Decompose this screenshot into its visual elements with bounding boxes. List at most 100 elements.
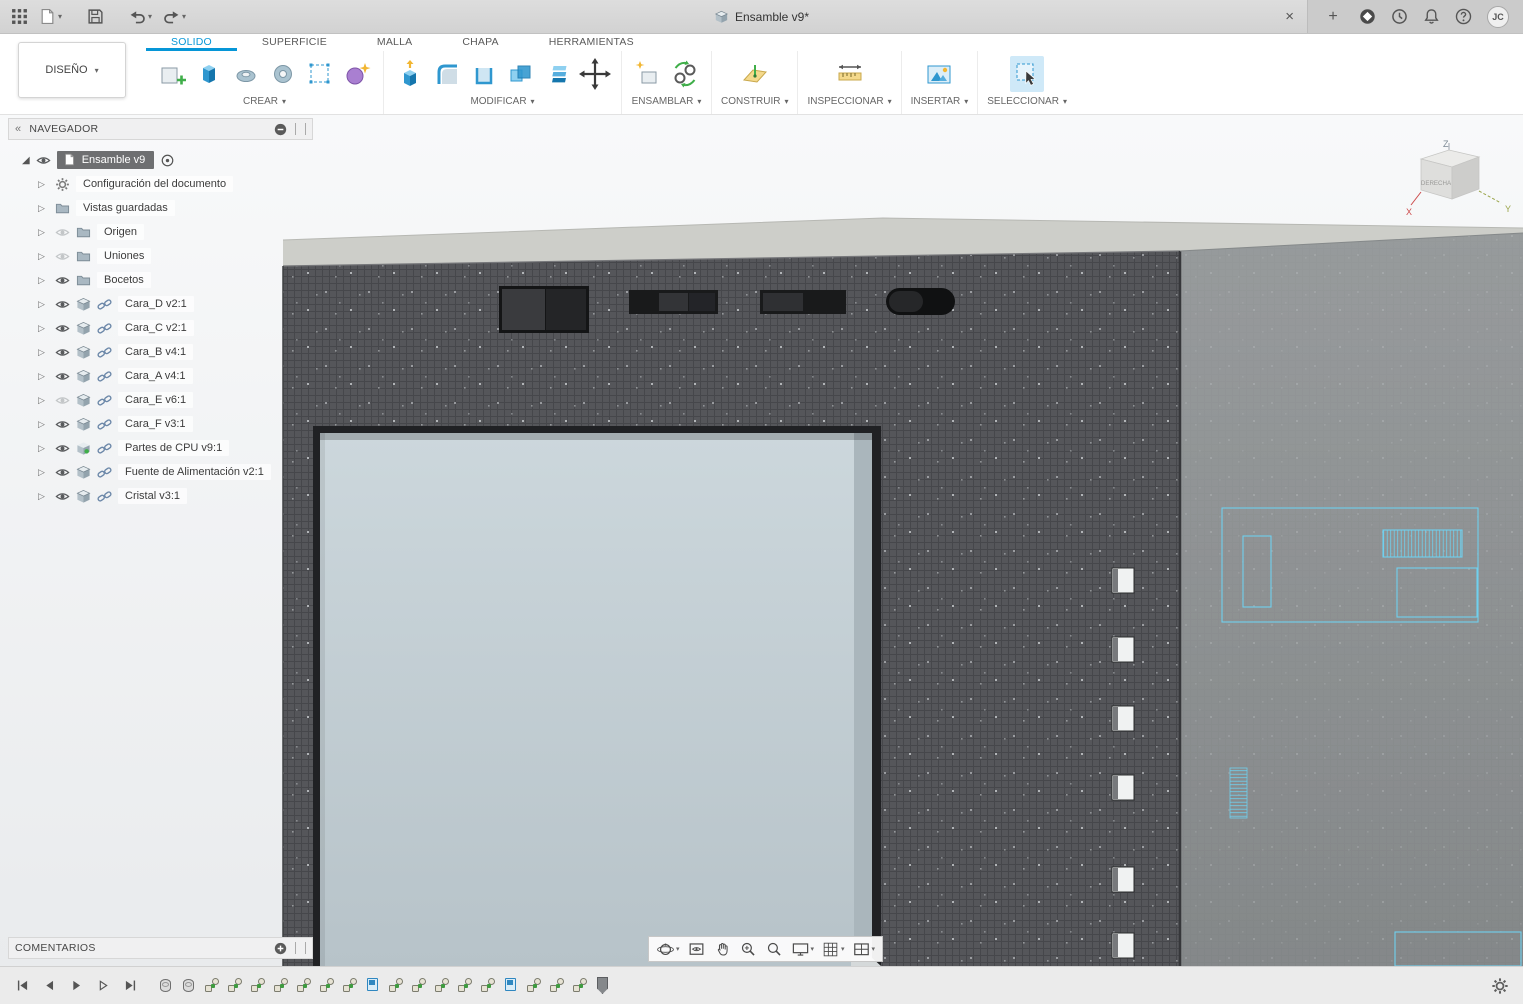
fillet-icon[interactable]: [430, 56, 464, 92]
bounding-box-icon[interactable]: [303, 56, 337, 92]
timeline-step-forward-button[interactable]: [91, 975, 115, 997]
timeline-feature-icon[interactable]: [342, 976, 359, 995]
user-avatar[interactable]: JC: [1487, 5, 1509, 28]
timeline-feature-icon[interactable]: [273, 976, 290, 995]
tree-item-label[interactable]: Cara_D v2:1: [118, 296, 194, 312]
expand-arrow-icon[interactable]: ▷: [38, 299, 49, 310]
tree-item-label[interactable]: Vistas guardadas: [76, 200, 175, 216]
expand-arrow-icon[interactable]: ▷: [38, 395, 49, 406]
shell-icon[interactable]: [467, 56, 501, 92]
timeline-feature-icon[interactable]: [181, 976, 198, 995]
insertar-dropdown[interactable]: INSERTAR ▾: [911, 96, 969, 107]
timeline-feature-icon[interactable]: [204, 976, 221, 995]
timeline-feature-icon[interactable]: [457, 976, 474, 995]
tab-chapa[interactable]: CHAPA: [437, 36, 523, 51]
tab-solido[interactable]: SOLIDO: [146, 36, 237, 51]
expand-arrow-icon[interactable]: ◢: [22, 155, 30, 166]
visibility-icon[interactable]: [55, 489, 70, 504]
expand-arrow-icon[interactable]: ▷: [38, 347, 49, 358]
ensamblar-dropdown[interactable]: ENSAMBLAR ▾: [632, 96, 702, 107]
tree-item-label[interactable]: Cara_E v6:1: [118, 392, 194, 408]
app-grid-icon[interactable]: [11, 8, 28, 25]
tree-item-label[interactable]: Cara_A v4:1: [118, 368, 193, 384]
help-icon[interactable]: [1455, 8, 1472, 25]
move-copy-icon[interactable]: [578, 56, 612, 92]
view-cube[interactable]: Z DERECHA X Y: [1405, 135, 1523, 227]
tree-root-item[interactable]: ◢ Ensamble v9: [22, 148, 313, 172]
crear-dropdown[interactable]: CREAR ▾: [243, 96, 286, 107]
timeline-settings-gear-icon[interactable]: [1491, 977, 1509, 995]
new-component-icon[interactable]: [631, 56, 665, 92]
tree-item-label[interactable]: Uniones: [97, 248, 152, 264]
modificar-dropdown[interactable]: MODIFICAR ▾: [470, 96, 534, 107]
expand-arrow-icon[interactable]: ▷: [38, 491, 49, 502]
expand-arrow-icon[interactable]: ▷: [38, 467, 49, 478]
tree-item-label[interactable]: Configuración del documento: [76, 176, 234, 192]
timeline-go-to-start-button[interactable]: [10, 975, 34, 997]
measure-icon[interactable]: [833, 56, 867, 92]
timeline-feature-icon[interactable]: [296, 976, 313, 995]
revolve-icon[interactable]: [229, 56, 263, 92]
collapse-panel-icon[interactable]: «: [15, 123, 21, 135]
visibility-icon[interactable]: [55, 297, 70, 312]
visibility-icon[interactable]: [55, 393, 70, 408]
hole-icon[interactable]: [266, 56, 300, 92]
timeline-feature-icon[interactable]: [434, 976, 451, 995]
visibility-icon[interactable]: [55, 345, 70, 360]
inspeccionar-dropdown[interactable]: INSPECCIONAR ▾: [807, 96, 891, 107]
tree-item[interactable]: ▷ Configuración del documento: [22, 172, 313, 196]
navigator-header[interactable]: « NAVEGADOR: [8, 118, 313, 140]
seleccionar-dropdown[interactable]: SELECCIONAR ▾: [987, 96, 1067, 107]
zoom-icon[interactable]: [736, 938, 761, 961]
timeline-play-button[interactable]: [64, 975, 88, 997]
split-body-icon[interactable]: [541, 56, 575, 92]
fit-icon[interactable]: [762, 938, 787, 961]
tree-item[interactable]: ▷ Bocetos: [22, 268, 313, 292]
expand-arrow-icon[interactable]: ▷: [38, 179, 49, 190]
comments-header[interactable]: COMENTARIOS: [8, 937, 313, 959]
panel-grip[interactable]: [295, 123, 296, 135]
timeline-feature-icon[interactable]: [503, 976, 520, 995]
case-side-panel[interactable]: [1178, 232, 1523, 966]
tree-item[interactable]: ▷ Cara_A v4:1: [22, 364, 313, 388]
panel-grip[interactable]: [295, 942, 296, 954]
press-pull-icon[interactable]: [393, 56, 427, 92]
construction-plane-icon[interactable]: [738, 56, 772, 92]
timeline-feature-icon[interactable]: [319, 976, 336, 995]
job-status-clock-icon[interactable]: [1391, 8, 1408, 25]
tree-item-label[interactable]: Cara_B v4:1: [118, 344, 194, 360]
viewports-icon[interactable]: ▾: [849, 938, 879, 961]
save-icon[interactable]: [87, 8, 104, 25]
glass-panel[interactable]: [313, 426, 881, 966]
timeline-feature-icon[interactable]: [411, 976, 428, 995]
visibility-icon[interactable]: [55, 369, 70, 384]
expand-comments-icon[interactable]: [274, 942, 287, 955]
tree-item[interactable]: ▷ Uniones: [22, 244, 313, 268]
tree-item[interactable]: ▷ Cara_E v6:1: [22, 388, 313, 412]
timeline-step-back-button[interactable]: [37, 975, 61, 997]
look-at-icon[interactable]: [684, 938, 709, 961]
tree-item-label[interactable]: Cara_F v3:1: [118, 416, 193, 432]
pan-icon[interactable]: [710, 938, 735, 961]
redo-button[interactable]: ▾: [163, 8, 186, 25]
extensions-icon[interactable]: [1359, 8, 1376, 25]
notifications-bell-icon[interactable]: [1423, 8, 1440, 25]
visibility-icon[interactable]: [55, 225, 70, 240]
visibility-icon[interactable]: [36, 153, 51, 168]
expand-arrow-icon[interactable]: ▷: [38, 203, 49, 214]
visibility-icon[interactable]: [55, 273, 70, 288]
tree-item[interactable]: ▷ Cara_C v2:1: [22, 316, 313, 340]
workspace-switcher[interactable]: DISEÑO ▾: [18, 42, 126, 98]
visibility-icon[interactable]: [55, 417, 70, 432]
visibility-icon[interactable]: [55, 249, 70, 264]
tree-item[interactable]: ▷ Origen: [22, 220, 313, 244]
tree-item[interactable]: ▷ Cara_F v3:1: [22, 412, 313, 436]
expand-arrow-icon[interactable]: ▷: [38, 227, 49, 238]
tree-item-label[interactable]: Partes de CPU v9:1: [118, 440, 230, 456]
hide-panel-icon[interactable]: [274, 123, 287, 136]
tree-item-label[interactable]: Cara_C v2:1: [118, 320, 194, 336]
timeline-feature-icon[interactable]: [250, 976, 267, 995]
grid-settings-icon[interactable]: ▾: [818, 938, 848, 961]
timeline-position-marker[interactable]: [597, 977, 608, 994]
timeline-feature-icon[interactable]: [388, 976, 405, 995]
